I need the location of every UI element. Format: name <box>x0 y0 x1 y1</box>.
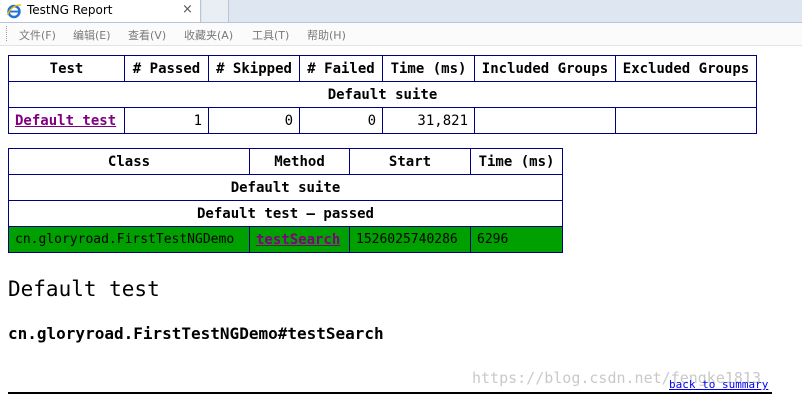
method-heading: cn.gloryroad.FirstTestNGDemo#testSearch <box>8 324 384 343</box>
menu-file[interactable]: 文件(F) <box>19 27 56 43</box>
suite-row: Default suite <box>8 174 563 201</box>
skipped-count: 0 <box>208 107 300 134</box>
header-test: Test <box>8 55 125 82</box>
suite-name: Default suite <box>8 81 757 108</box>
suite-name: Default suite <box>8 174 563 201</box>
suite-row: Default suite <box>8 81 757 108</box>
start-time: 1526025740286 <box>349 226 471 253</box>
header-start: Start <box>349 148 471 175</box>
table-header-row: Test # Passed # Skipped # Failed Time (m… <box>8 55 757 82</box>
header-included-groups: Included Groups <box>474 55 616 82</box>
menu-grip <box>6 26 10 41</box>
suite-summary-table: Test # Passed # Skipped # Failed Time (m… <box>8 55 757 134</box>
menu-help[interactable]: 帮助(H) <box>307 27 346 43</box>
menu-view[interactable]: 查看(V) <box>128 27 166 43</box>
tab-title: TestNG Report <box>27 3 113 17</box>
header-method: Method <box>249 148 350 175</box>
header-time-ms: Time (ms) <box>470 148 563 175</box>
menu-edit[interactable]: 编辑(E) <box>73 27 111 43</box>
header-time: Time (ms) <box>382 55 475 82</box>
table-header-row: Class Method Start Time (ms) <box>8 148 563 175</box>
test-status-row: Default test — passed <box>8 200 563 227</box>
header-class: Class <box>8 148 250 175</box>
menu-bar: 文件(F) 编辑(E) 查看(V) 收藏夹(A) 工具(T) 帮助(H) <box>0 23 802 46</box>
back-to-summary-link[interactable]: back to summary <box>669 378 768 391</box>
class-name: cn.gloryroad.FirstTestNGDemo <box>8 226 250 253</box>
test-link[interactable]: Default test <box>15 113 116 129</box>
new-tab-button[interactable] <box>202 0 229 22</box>
method-link[interactable]: testSearch <box>256 232 340 248</box>
included-groups-value <box>474 107 616 134</box>
time-value: 31,821 <box>382 107 475 134</box>
passed-count: 1 <box>124 107 209 134</box>
failed-count: 0 <box>299 107 383 134</box>
method-cell: testSearch <box>249 226 350 253</box>
tab-bar: TestNG Report × <box>0 0 802 23</box>
excluded-groups-value <box>615 107 757 134</box>
table-row: Default test 1 0 0 31,821 <box>8 107 757 134</box>
close-tab-icon[interactable]: × <box>182 2 193 17</box>
test-status: Default test — passed <box>8 200 563 227</box>
test-cell: Default test <box>8 107 125 134</box>
header-passed: # Passed <box>124 55 209 82</box>
browser-tab[interactable]: TestNG Report × <box>0 0 201 22</box>
header-failed: # Failed <box>299 55 383 82</box>
method-summary-table: Class Method Start Time (ms) Default sui… <box>8 148 563 253</box>
divider <box>8 392 772 394</box>
test-heading: Default test <box>8 277 160 301</box>
table-row: cn.gloryroad.FirstTestNGDemo testSearch … <box>8 226 563 253</box>
ie-icon <box>6 4 22 19</box>
menu-tools[interactable]: 工具(T) <box>252 27 289 43</box>
header-excluded-groups: Excluded Groups <box>615 55 757 82</box>
duration: 6296 <box>470 226 563 253</box>
menu-favorites[interactable]: 收藏夹(A) <box>184 27 233 43</box>
header-skipped: # Skipped <box>208 55 300 82</box>
